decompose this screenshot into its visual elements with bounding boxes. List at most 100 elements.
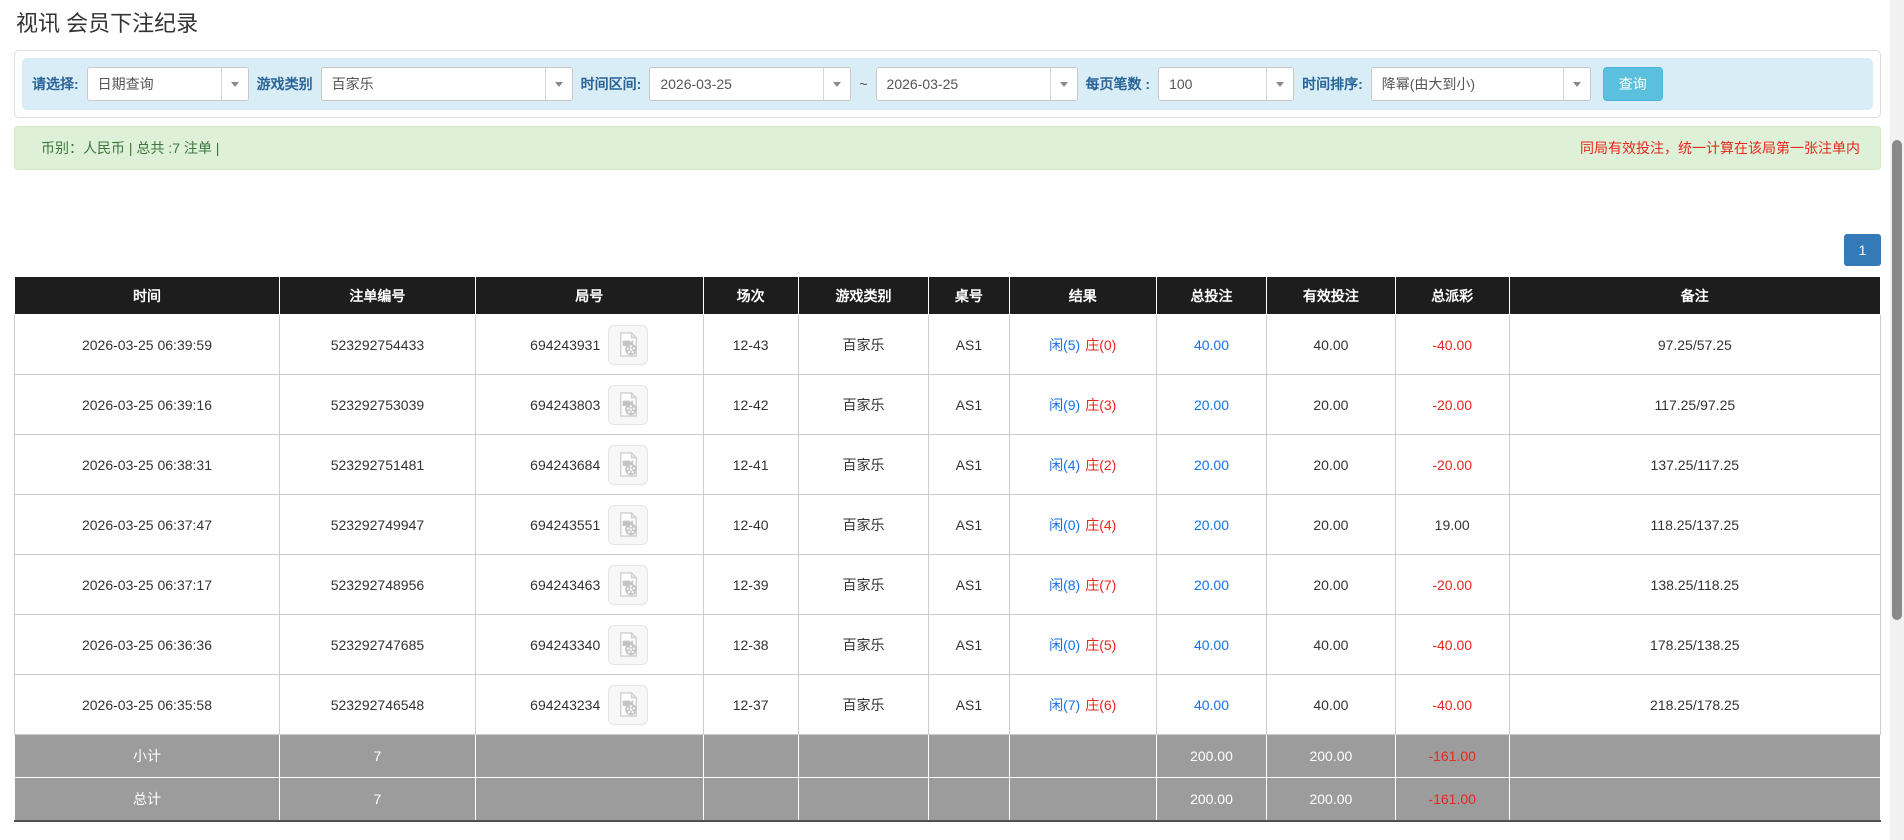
table-row: 2026-03-25 06:37:17 523292748956 6942434… <box>15 555 1881 615</box>
total-bet-link[interactable]: 20.00 <box>1194 397 1229 413</box>
query-type-label: 请选择: <box>32 74 79 94</box>
cell-valid-bet: 20.00 <box>1267 495 1396 555</box>
cell-valid-bet: 40.00 <box>1267 675 1396 735</box>
game-type-label: 游戏类别 <box>257 74 313 94</box>
video-record-icon[interactable] <box>608 325 648 365</box>
game-type-select-value: 百家乐 <box>322 74 374 94</box>
cell-result: 闲(0)庄(4) <box>1009 495 1156 555</box>
chevron-down-icon <box>823 68 850 100</box>
subtotal-row: 小计 7 200.00 200.00 -161.00 <box>15 735 1881 778</box>
cell-round-id: 694243803 <box>475 375 703 435</box>
cell-note: 138.25/118.25 <box>1509 555 1880 615</box>
total-bet-link[interactable]: 20.00 <box>1194 457 1229 473</box>
table-row: 2026-03-25 06:39:59 523292754433 6942439… <box>15 315 1881 375</box>
cell-bet-id: 523292751481 <box>279 435 475 495</box>
total-bet-link[interactable]: 40.00 <box>1194 337 1229 353</box>
subtotal-valid-bet: 200.00 <box>1267 735 1396 778</box>
video-record-icon[interactable] <box>608 565 648 605</box>
header-note: 备注 <box>1509 277 1880 315</box>
sort-order-select[interactable]: 降幂(由大到小) <box>1371 67 1591 101</box>
pagination-page-1-button[interactable]: 1 <box>1844 234 1881 266</box>
video-record-icon[interactable] <box>608 445 648 485</box>
header-result: 结果 <box>1009 277 1156 315</box>
total-bet-link[interactable]: 40.00 <box>1194 637 1229 653</box>
result-banker-text: 庄(0) <box>1085 337 1116 353</box>
video-record-icon[interactable] <box>608 505 648 545</box>
cell-session: 12-41 <box>703 435 798 495</box>
cell-bet-id: 523292754433 <box>279 315 475 375</box>
grand-total-count: 7 <box>279 778 475 821</box>
result-player-text: 闲(0) <box>1049 517 1080 533</box>
result-banker-text: 庄(5) <box>1085 637 1116 653</box>
cell-note: 117.25/97.25 <box>1509 375 1880 435</box>
filter-bar: 请选择: 日期查询 游戏类别 百家乐 时间区间: 2026-03-25 ~ <box>22 58 1873 110</box>
cell-session: 12-37 <box>703 675 798 735</box>
valid-bet-notice-text: 同局有效投注，统一计算在该局第一张注单内 <box>1580 138 1860 158</box>
cell-total-bet: 20.00 <box>1156 495 1266 555</box>
grand-total-valid-bet: 200.00 <box>1267 778 1396 821</box>
video-record-icon[interactable] <box>608 385 648 425</box>
result-banker-text: 庄(2) <box>1085 457 1116 473</box>
cell-round-id: 694243463 <box>475 555 703 615</box>
cell-note: 137.25/117.25 <box>1509 435 1880 495</box>
cell-total-bet: 20.00 <box>1156 555 1266 615</box>
cell-table-no: AS1 <box>929 555 1009 615</box>
cell-game-type: 百家乐 <box>798 315 929 375</box>
cell-result: 闲(9)庄(3) <box>1009 375 1156 435</box>
vertical-scrollbar[interactable] <box>1890 0 1904 840</box>
page-size-value: 100 <box>1159 76 1192 92</box>
result-player-text: 闲(4) <box>1049 457 1080 473</box>
video-record-icon[interactable] <box>608 685 648 725</box>
cell-valid-bet: 20.00 <box>1267 555 1396 615</box>
grand-total-row: 总计 7 200.00 200.00 -161.00 <box>15 778 1881 821</box>
cell-note: 178.25/138.25 <box>1509 615 1880 675</box>
content-area: 视讯 会员下注纪录 请选择: 日期查询 游戏类别 百家乐 时间区间: 2026-… <box>0 0 1904 822</box>
cell-bet-id: 523292748956 <box>279 555 475 615</box>
total-bet-link[interactable]: 20.00 <box>1194 577 1229 593</box>
search-button[interactable]: 查询 <box>1603 67 1663 101</box>
page-size-label: 每页笔数 : <box>1086 74 1151 94</box>
total-bet-link[interactable]: 20.00 <box>1194 517 1229 533</box>
round-id-text: 694243463 <box>530 577 600 593</box>
header-time: 时间 <box>15 277 280 315</box>
subtotal-payout: -161.00 <box>1395 735 1509 778</box>
cell-table-no: AS1 <box>929 675 1009 735</box>
header-bet-id: 注单编号 <box>279 277 475 315</box>
page-size-select[interactable]: 100 <box>1158 67 1294 101</box>
cell-time: 2026-03-25 06:39:59 <box>15 315 280 375</box>
header-round-id: 局号 <box>475 277 703 315</box>
cell-round-id: 694243551 <box>475 495 703 555</box>
cell-payout: -40.00 <box>1395 615 1509 675</box>
grand-total-payout: -161.00 <box>1395 778 1509 821</box>
round-id-text: 694243340 <box>530 637 600 653</box>
cell-total-bet: 20.00 <box>1156 435 1266 495</box>
date-to-select[interactable]: 2026-03-25 <box>876 67 1078 101</box>
date-range-label: 时间区间: <box>581 74 642 94</box>
query-type-select-value: 日期查询 <box>88 74 154 94</box>
round-id-text: 694243931 <box>530 337 600 353</box>
result-player-text: 闲(8) <box>1049 577 1080 593</box>
grand-total-total-bet: 200.00 <box>1156 778 1266 821</box>
scrollbar-thumb[interactable] <box>1892 140 1902 620</box>
video-record-icon[interactable] <box>608 625 648 665</box>
result-player-text: 闲(9) <box>1049 397 1080 413</box>
cell-table-no: AS1 <box>929 375 1009 435</box>
header-total-bet: 总投注 <box>1156 277 1266 315</box>
total-bet-link[interactable]: 40.00 <box>1194 697 1229 713</box>
cell-time: 2026-03-25 06:35:58 <box>15 675 280 735</box>
date-to-value: 2026-03-25 <box>877 76 959 92</box>
date-from-select[interactable]: 2026-03-25 <box>649 67 851 101</box>
game-type-select[interactable]: 百家乐 <box>321 67 573 101</box>
currency-summary-bar: 币别：人民币 | 总共 :7 注单 | 同局有效投注，统一计算在该局第一张注单内 <box>14 126 1881 170</box>
cell-session: 12-42 <box>703 375 798 435</box>
cell-time: 2026-03-25 06:37:47 <box>15 495 280 555</box>
cell-round-id: 694243684 <box>475 435 703 495</box>
date-range-tilde: ~ <box>859 76 867 92</box>
query-type-select[interactable]: 日期查询 <box>87 67 249 101</box>
cell-session: 12-39 <box>703 555 798 615</box>
header-payout: 总派彩 <box>1395 277 1509 315</box>
subtotal-label: 小计 <box>15 735 280 778</box>
result-player-text: 闲(5) <box>1049 337 1080 353</box>
table-row: 2026-03-25 06:37:47 523292749947 6942435… <box>15 495 1881 555</box>
result-player-text: 闲(0) <box>1049 637 1080 653</box>
